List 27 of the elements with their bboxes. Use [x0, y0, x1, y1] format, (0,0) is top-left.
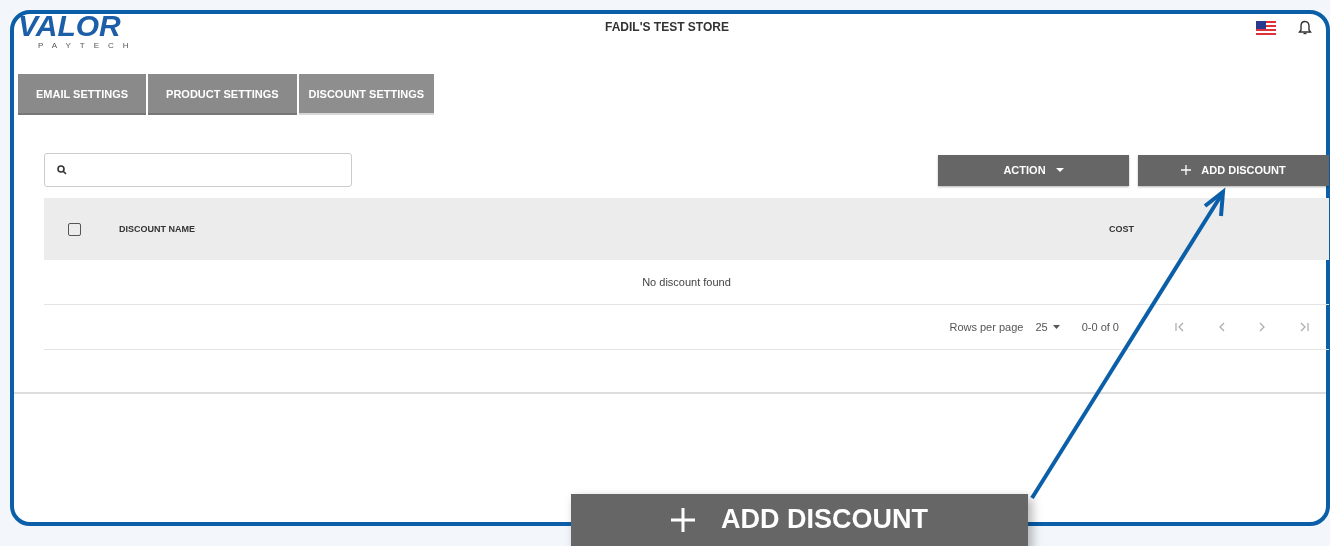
add-discount-button[interactable]: ADD DISCOUNT	[1138, 154, 1329, 186]
search-icon	[57, 165, 67, 175]
empty-message: No discount found	[642, 276, 731, 288]
first-page-icon[interactable]	[1175, 322, 1185, 332]
rows-per-page-select[interactable]: 25	[1035, 321, 1060, 333]
caret-icon	[1052, 325, 1060, 329]
settings-tab[interactable]: DISCOUNT SETTINGS	[298, 74, 435, 115]
column-header: COST	[1109, 224, 1135, 234]
column-header: DISCOUNT NAME	[119, 224, 196, 234]
search-field[interactable]	[44, 153, 352, 187]
add-discount-button[interactable]: ADD DISCOUNT	[571, 494, 1028, 546]
action-button[interactable]: ACTION	[938, 154, 1129, 186]
previous-page-icon[interactable]	[1219, 322, 1225, 332]
last-page-icon[interactable]	[1299, 322, 1309, 332]
store-title: FADIL'S TEST STORE	[604, 20, 730, 34]
plus-icon	[1181, 165, 1192, 175]
plus-icon	[671, 507, 695, 532]
caret-icon	[1055, 168, 1064, 172]
next-page-icon[interactable]	[1259, 322, 1265, 332]
settings-tab[interactable]: EMAIL SETTINGS	[18, 74, 147, 115]
rows-per-page-label: Rows per page	[949, 321, 1024, 333]
notification-bell-icon[interactable]	[1298, 20, 1312, 36]
logo: VALOR PAYTECH	[17, 10, 139, 50]
settings-tab[interactable]: PRODUCT SETTINGS	[148, 74, 297, 115]
checkbox[interactable]	[68, 222, 81, 236]
flag-icon[interactable]	[1256, 21, 1276, 35]
page-range: 0-0 of 0	[1081, 321, 1119, 333]
